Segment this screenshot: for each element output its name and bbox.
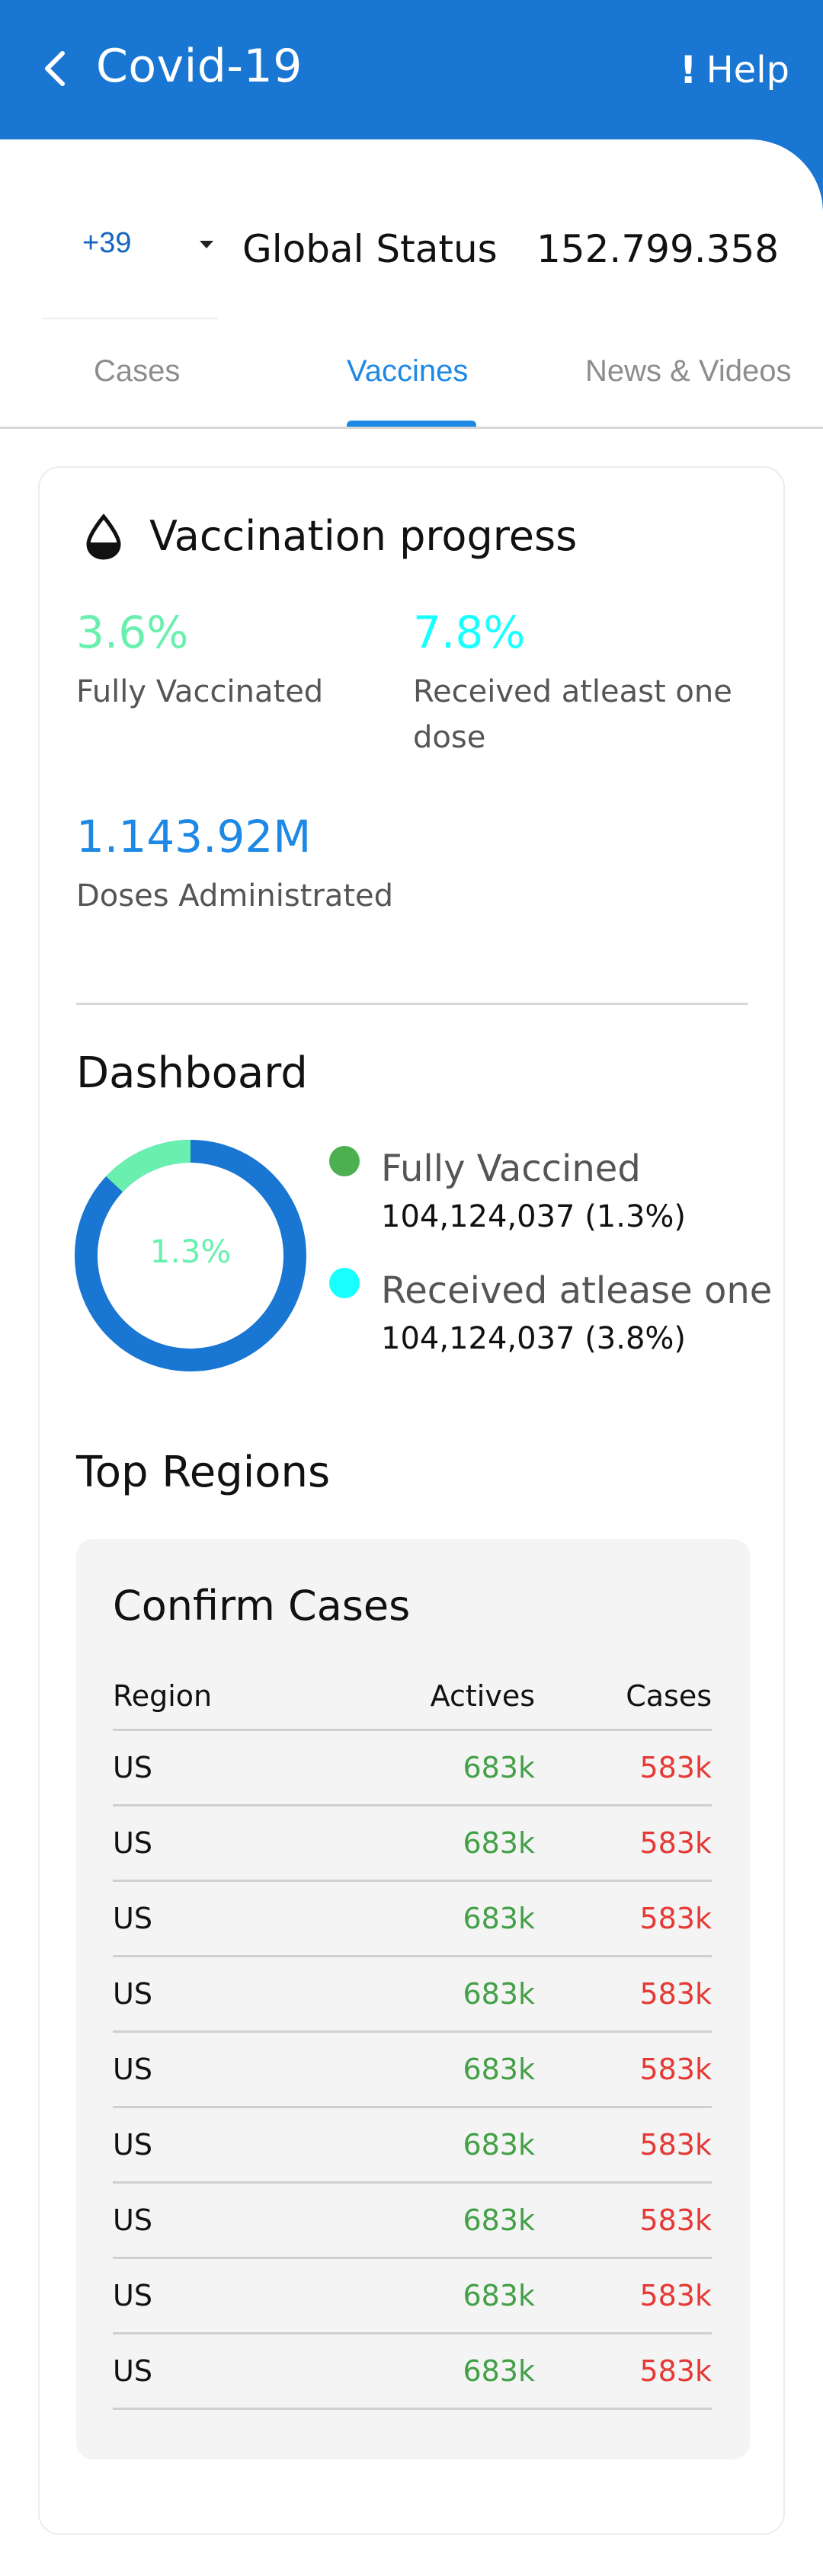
tab-bar: Cases Vaccines News & Videos xyxy=(0,339,823,429)
table-row[interactable]: US 683k 583k xyxy=(113,2184,712,2259)
legend-dot-cyan xyxy=(329,1268,360,1298)
confirm-cases-panel: Confirm Cases Region Actives Cases US 68… xyxy=(76,1539,750,2459)
cell-region: US xyxy=(113,2128,152,2162)
cell-cases: 583k xyxy=(639,1751,712,1784)
tab-cases[interactable]: Cases xyxy=(94,354,180,389)
legend-name: Fully Vaccined xyxy=(381,1147,641,1190)
table-row[interactable]: US 683k 583k xyxy=(113,1731,712,1806)
vaccination-progress-title: Vaccination progress xyxy=(149,512,578,560)
table-row[interactable]: US 683k 583k xyxy=(113,2033,712,2108)
cell-cases: 583k xyxy=(639,2354,712,2388)
legend-dot-green xyxy=(329,1146,360,1176)
fully-vaccinated-value: 3.6% xyxy=(76,606,189,658)
table-row[interactable]: US 683k 583k xyxy=(113,1957,712,2033)
doses-administered-stat: 1.143.92M Doses Administrated xyxy=(76,811,393,919)
cell-region: US xyxy=(113,2203,152,2237)
column-header-cases: Cases xyxy=(626,1678,712,1713)
cell-actives: 683k xyxy=(463,1751,535,1784)
table-header: Region Actives Cases xyxy=(113,1662,712,1731)
caret-down-icon xyxy=(200,241,213,248)
one-dose-value: 7.8% xyxy=(413,606,526,658)
column-header-actives: Actives xyxy=(430,1678,535,1713)
cell-actives: 683k xyxy=(463,2279,535,2312)
legend-value: 104,124,037 (3.8%) xyxy=(381,1321,687,1356)
cell-actives: 683k xyxy=(463,2128,535,2162)
cell-actives: 683k xyxy=(463,1902,535,1935)
one-dose-stat: 7.8% Received atleast one dose xyxy=(413,606,756,760)
column-header-region: Region xyxy=(113,1678,213,1713)
donut-center-label: 1.3% xyxy=(149,1233,232,1270)
app-bar: Covid-19 ! Help xyxy=(0,0,823,139)
global-status-label: Global Status xyxy=(242,227,498,271)
exclamation-icon: ! xyxy=(679,48,697,92)
cell-region: US xyxy=(113,1751,152,1784)
cell-region: US xyxy=(113,2053,152,2086)
cell-cases: 583k xyxy=(639,2053,712,2086)
page-title: Covid-19 xyxy=(96,40,303,93)
legend-value: 104,124,037 (1.3%) xyxy=(381,1199,687,1234)
cell-cases: 583k xyxy=(639,1977,712,2011)
cell-region: US xyxy=(113,1826,152,1860)
cell-actives: 683k xyxy=(463,2203,535,2237)
doses-administered-value: 1.143.92M xyxy=(76,811,312,862)
cell-cases: 583k xyxy=(639,2279,712,2312)
table-row[interactable]: US 683k 583k xyxy=(113,2334,712,2410)
regions-table: Region Actives Cases US 683k 583k US 683… xyxy=(113,1662,712,2410)
cell-actives: 683k xyxy=(463,1977,535,2011)
cell-actives: 683k xyxy=(463,2354,535,2388)
table-row[interactable]: US 683k 583k xyxy=(113,1882,712,1957)
donut-segment xyxy=(106,1140,191,1192)
cell-region: US xyxy=(113,1902,152,1935)
cell-actives: 683k xyxy=(463,2053,535,2086)
table-row[interactable]: US 683k 583k xyxy=(113,2108,712,2184)
cell-region: US xyxy=(113,2279,152,2312)
back-button[interactable] xyxy=(38,46,76,91)
global-status-value: 152.799.358 xyxy=(536,227,780,271)
fully-vaccinated-stat: 3.6% Fully Vaccinated xyxy=(76,606,323,715)
app-bar-curve xyxy=(0,139,823,216)
tab-vaccines[interactable]: Vaccines xyxy=(347,354,468,389)
table-row[interactable]: US 683k 583k xyxy=(113,1806,712,1882)
country-code: +39 xyxy=(82,227,132,259)
table-row[interactable]: US 683k 583k xyxy=(113,2259,712,2334)
active-tab-indicator xyxy=(347,421,476,427)
tab-news-videos[interactable]: News & Videos xyxy=(585,354,792,389)
legend-name: Received atlease one xyxy=(381,1269,773,1312)
cell-cases: 583k xyxy=(639,1826,712,1860)
cell-cases: 583k xyxy=(639,2128,712,2162)
cell-cases: 583k xyxy=(639,1902,712,1935)
doses-administered-label: Doses Administrated xyxy=(76,878,394,914)
confirm-cases-title: Confirm Cases xyxy=(113,1582,411,1630)
help-button[interactable]: ! Help xyxy=(680,47,789,93)
divider xyxy=(76,1003,748,1005)
cell-cases: 583k xyxy=(639,2203,712,2237)
vaccination-card: Vaccination progress 3.6% Fully Vaccinat… xyxy=(38,466,785,2535)
one-dose-label: Received atleast one dose xyxy=(413,674,732,755)
country-code-dropdown[interactable]: +39 xyxy=(43,216,218,319)
chevron-left-icon xyxy=(45,51,65,86)
dashboard-title: Dashboard xyxy=(76,1048,308,1098)
cell-region: US xyxy=(113,2354,152,2388)
cell-region: US xyxy=(113,1977,152,2011)
help-label: Help xyxy=(706,49,789,91)
drop-icon xyxy=(86,514,121,560)
top-regions-title: Top Regions xyxy=(76,1448,331,1497)
fully-vaccinated-label: Fully Vaccinated xyxy=(76,674,324,709)
cell-actives: 683k xyxy=(463,1826,535,1860)
